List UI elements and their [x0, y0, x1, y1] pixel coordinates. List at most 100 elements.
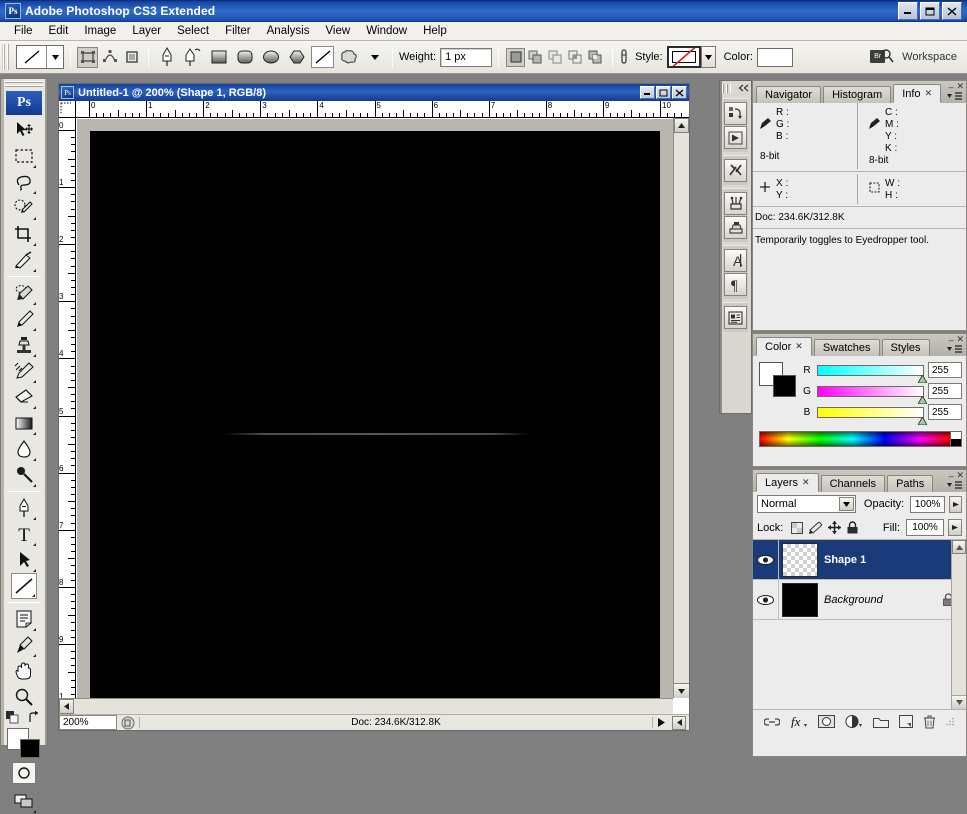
exclude-overlapping-shape-areas-button[interactable] — [586, 48, 605, 67]
freeform-pen-tool-button[interactable] — [181, 46, 204, 68]
new-group-icon[interactable] — [873, 716, 889, 728]
clone-source-panel-icon[interactable] — [724, 216, 747, 239]
panel-minimize-icon[interactable]: – — [948, 471, 953, 481]
b-slider-thumb[interactable] — [918, 417, 927, 425]
paths-button[interactable] — [99, 47, 120, 68]
document-title-bar[interactable]: Ps Untitled-1 @ 200% (Shape 1, RGB/8) — [59, 84, 689, 101]
quick-mask-icon[interactable] — [12, 762, 36, 784]
panel-close-icon[interactable]: ✕ — [956, 81, 964, 92]
panel-resize-grip[interactable] — [946, 717, 955, 726]
menu-select[interactable]: Select — [169, 23, 217, 39]
actions-panel-icon[interactable] — [724, 126, 747, 149]
menu-window[interactable]: Window — [358, 23, 415, 39]
layer-scroll-down-button[interactable] — [952, 695, 966, 709]
chevron-down-icon[interactable] — [839, 497, 854, 511]
scroll-left-button[interactable] — [59, 699, 74, 714]
fill-pixels-button[interactable] — [121, 47, 142, 68]
options-bar-grip[interactable] — [2, 44, 11, 70]
maximize-button[interactable] — [920, 2, 940, 20]
opacity-stepper[interactable] — [949, 496, 962, 513]
new-layer-icon[interactable] — [899, 715, 913, 728]
fill-input[interactable]: 100% — [906, 519, 944, 536]
style-swatch[interactable] — [667, 46, 701, 68]
tab-navigator[interactable]: Navigator — [756, 86, 821, 103]
subtract-from-shape-area-button[interactable] — [546, 48, 565, 67]
path-selection-tool[interactable] — [11, 547, 37, 573]
r-value-input[interactable]: 255 — [928, 362, 962, 378]
lock-image-pixels-icon[interactable] — [809, 522, 822, 534]
panel-minimize-icon[interactable]: – — [948, 335, 953, 345]
minimize-button[interactable] — [898, 2, 918, 20]
layer-thumbnail[interactable] — [782, 543, 818, 577]
close-button[interactable] — [942, 2, 962, 20]
eyedropper-tool[interactable] — [11, 632, 37, 658]
menu-image[interactable]: Image — [76, 23, 124, 39]
tool-preset-picker[interactable] — [16, 45, 64, 69]
move-tool[interactable] — [11, 117, 37, 143]
opacity-input[interactable]: 100% — [910, 496, 945, 513]
toolbox-grip[interactable] — [5, 81, 43, 89]
color-spectrum-ramp[interactable] — [759, 431, 962, 447]
paragraph-panel-icon[interactable]: ¶ — [724, 273, 747, 296]
scroll-down-button[interactable] — [674, 683, 689, 698]
add-layer-style-icon[interactable]: fx — [790, 715, 808, 728]
background-color-swatch[interactable] — [20, 739, 40, 758]
zoom-tool[interactable] — [11, 684, 37, 710]
lock-position-icon[interactable] — [828, 521, 841, 534]
history-brush-tool[interactable] — [11, 358, 37, 384]
polygon-tool-button[interactable] — [285, 46, 308, 68]
status-resize-grip[interactable] — [672, 716, 686, 730]
dock-grip[interactable] — [722, 84, 731, 93]
link-icon[interactable] — [619, 49, 629, 65]
style-dropdown-button[interactable] — [701, 46, 716, 68]
gradient-tool[interactable] — [11, 410, 37, 436]
screen-mode-icon[interactable] — [11, 788, 37, 814]
layer-name[interactable]: Shape 1 — [824, 554, 966, 566]
notes-tool[interactable] — [11, 606, 37, 632]
scroll-up-button[interactable] — [674, 118, 689, 133]
close-icon[interactable]: ✕ — [925, 88, 933, 99]
tab-swatches[interactable]: Swatches — [814, 339, 880, 356]
menu-layer[interactable]: Layer — [124, 23, 169, 39]
fill-stepper[interactable] — [948, 519, 962, 536]
tab-layers[interactable]: Layers ✕ — [756, 473, 819, 492]
lock-transparent-pixels-icon[interactable] — [791, 522, 803, 534]
menu-help[interactable]: Help — [415, 23, 455, 39]
clone-stamp-tool[interactable] — [11, 332, 37, 358]
menu-file[interactable]: File — [6, 23, 41, 39]
close-icon[interactable]: ✕ — [795, 341, 803, 352]
zoom-level-input[interactable]: 200% — [59, 715, 117, 730]
lasso-tool[interactable] — [11, 169, 37, 195]
character-panel-icon[interactable]: A — [724, 249, 747, 272]
panel-close-icon[interactable]: ✕ — [956, 470, 964, 481]
rectangle-tool-button[interactable] — [207, 46, 230, 68]
document-info-icon[interactable] — [117, 716, 139, 730]
tab-styles[interactable]: Styles — [882, 339, 930, 356]
horizontal-ruler[interactable]: 012345678910 — [76, 101, 689, 118]
document-minimize-button[interactable] — [640, 86, 655, 99]
b-value-input[interactable]: 255 — [928, 404, 962, 420]
table-row[interactable]: Shape 1 — [753, 540, 966, 580]
spot-healing-brush-tool[interactable] — [11, 280, 37, 306]
tab-info[interactable]: Info ✕ — [893, 84, 941, 103]
tab-channels[interactable]: Channels — [821, 475, 885, 492]
layer-list-scrollbar[interactable] — [951, 540, 966, 709]
tab-paths[interactable]: Paths — [887, 475, 933, 492]
status-menu-icon[interactable] — [653, 718, 669, 727]
layer-thumbnail[interactable] — [782, 583, 818, 617]
canvas-area[interactable] — [77, 119, 673, 698]
vertical-scrollbar[interactable] — [673, 118, 689, 698]
panel-menu-button[interactable] — [947, 92, 963, 102]
menu-analysis[interactable]: Analysis — [259, 23, 318, 39]
double-chevron-left-icon[interactable] — [738, 84, 749, 92]
menu-edit[interactable]: Edit — [41, 23, 77, 39]
blend-mode-select[interactable]: Normal — [757, 495, 856, 513]
go-to-bridge-icon[interactable]: Br — [870, 47, 894, 67]
panel-close-icon[interactable]: ✕ — [956, 334, 964, 345]
tab-color[interactable]: Color ✕ — [756, 337, 812, 356]
panel-menu-button[interactable] — [947, 345, 963, 355]
spectrum-white-black-end[interactable] — [950, 432, 961, 446]
lock-all-icon[interactable] — [847, 521, 858, 534]
add-layer-mask-icon[interactable] — [818, 715, 835, 728]
g-value-input[interactable]: 255 — [928, 383, 962, 399]
